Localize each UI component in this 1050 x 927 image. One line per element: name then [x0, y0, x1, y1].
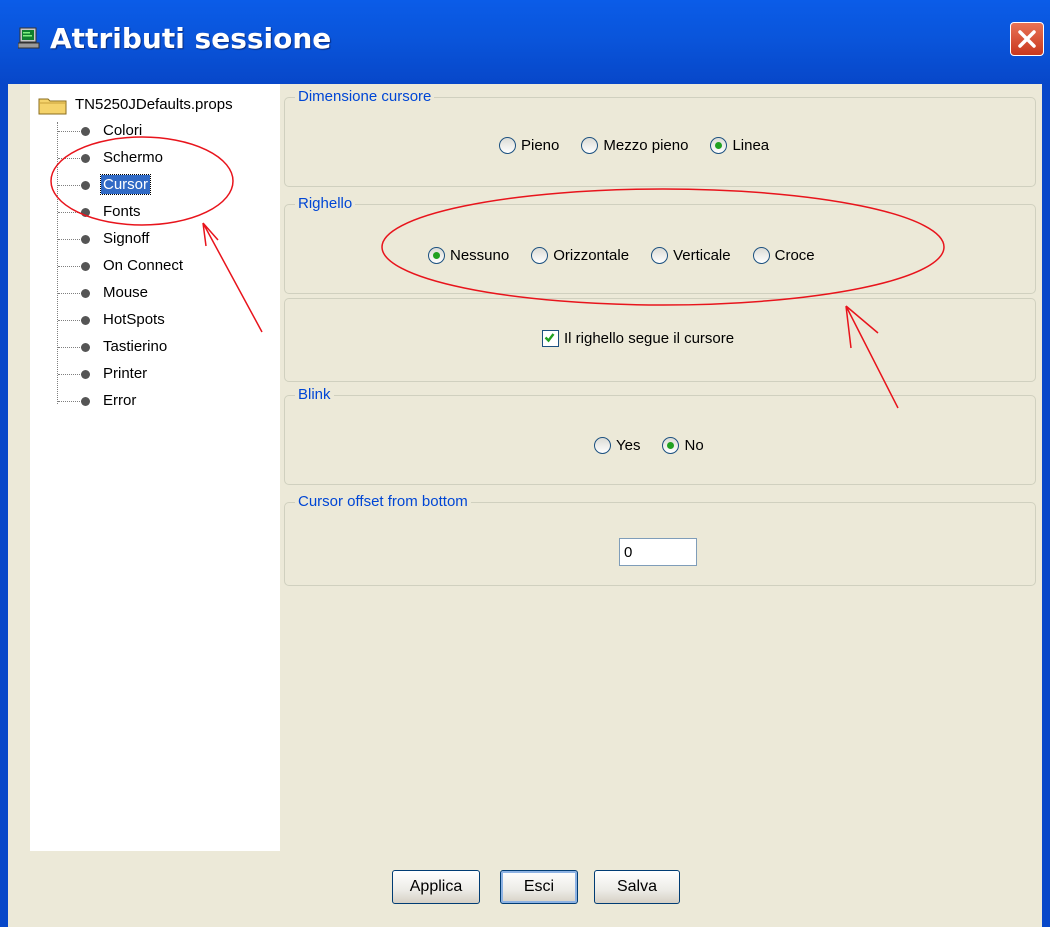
radio-label: No — [684, 437, 704, 454]
tree-item-hotspots[interactable]: HotSpots — [58, 309, 278, 331]
ruler-group: Righello Nessuno Orizzontale Verticale C… — [284, 195, 1036, 294]
radio-circle — [581, 137, 599, 154]
ruler-follow-row: Il righello segue il cursore — [542, 330, 734, 347]
radio-circle — [428, 247, 445, 264]
radio-pieno[interactable]: Pieno — [499, 137, 559, 154]
tree-item-mouse[interactable]: Mouse — [58, 282, 278, 304]
tree-item-label: Colori — [103, 122, 143, 139]
tree-item-printer[interactable]: Printer — [58, 363, 278, 385]
radio-no[interactable]: No — [662, 437, 704, 454]
tree-item-cursor[interactable]: Cursor — [58, 174, 278, 196]
leaf-icon — [81, 370, 90, 379]
tree-item-label: On Connect — [103, 257, 184, 274]
leaf-icon — [81, 154, 90, 163]
leaf-icon — [81, 397, 90, 406]
leaf-icon — [81, 289, 90, 298]
window-frame-right — [1042, 84, 1050, 927]
radio-circle — [531, 247, 549, 264]
tree-item-schermo[interactable]: Schermo — [58, 147, 278, 169]
offset-title: Cursor offset from bottom — [295, 493, 471, 510]
radio-label: Yes — [616, 437, 641, 454]
ruler-follow-checkbox[interactable]: Il righello segue il cursore — [542, 330, 734, 347]
tree-item-label: Printer — [103, 365, 148, 382]
ruler-follow-label: Il righello segue il cursore — [564, 330, 735, 347]
tree-item-error[interactable]: Error — [58, 390, 278, 412]
radio-croce[interactable]: Croce — [752, 247, 815, 264]
tree-item-label: Fonts — [103, 203, 141, 220]
radio-linea[interactable]: Linea — [710, 137, 769, 154]
tree-item-signoff[interactable]: Signoff — [58, 228, 278, 250]
ruler-options: Nessuno Orizzontale Verticale Croce — [428, 247, 837, 264]
radio-circle — [752, 247, 770, 264]
radio-orizzontale[interactable]: Orizzontale — [531, 247, 629, 264]
leaf-icon — [81, 127, 90, 136]
settings-tree[interactable]: TN5250JDefaults.props Colori Schermo Cur… — [30, 84, 280, 851]
radio-circle — [651, 247, 669, 264]
exit-button[interactable]: Esci — [500, 870, 578, 904]
checkbox-box — [542, 330, 559, 347]
radio-yes[interactable]: Yes — [594, 437, 640, 454]
radio-verticale[interactable]: Verticale — [651, 247, 731, 264]
close-icon — [1018, 30, 1036, 48]
leaf-icon — [81, 235, 90, 244]
leaf-icon — [81, 316, 90, 325]
check-icon — [544, 333, 555, 343]
radio-mezzo-pieno[interactable]: Mezzo pieno — [581, 137, 688, 154]
save-button[interactable]: Salva — [594, 870, 680, 904]
tree-root-label: TN5250JDefaults.props — [75, 96, 233, 113]
ruler-title: Righello — [295, 195, 356, 212]
offset-group: Cursor offset from bottom — [284, 493, 1036, 586]
ruler-follow-group: Il righello segue il cursore — [284, 298, 1036, 382]
folder-icon — [38, 98, 67, 115]
cursor-size-group: Dimensione cursore Pieno Mezzo pieno Lin… — [284, 88, 1036, 187]
close-button[interactable] — [1010, 22, 1044, 56]
radio-circle — [499, 137, 516, 154]
tree-item-on-connect[interactable]: On Connect — [58, 255, 278, 277]
tree-item-label: Schermo — [103, 149, 164, 166]
radio-label: Linea — [732, 137, 770, 154]
leaf-icon — [81, 181, 90, 190]
radio-label: Croce — [774, 247, 815, 264]
radio-nessuno[interactable]: Nessuno — [428, 247, 509, 264]
tree-item-fonts[interactable]: Fonts — [58, 201, 278, 223]
radio-label: Mezzo pieno — [603, 137, 689, 154]
tree-item-tastierino[interactable]: Tastierino — [58, 336, 278, 358]
tree-item-label: Cursor — [99, 174, 152, 195]
blink-options: Yes No — [594, 437, 726, 454]
window-title: Attributi sessione — [50, 22, 332, 55]
tree-item-label: Signoff — [103, 230, 150, 247]
tree-item-label: HotSpots — [103, 311, 165, 328]
leaf-icon — [81, 208, 90, 217]
radio-label: Verticale — [673, 247, 731, 264]
radio-label: Orizzontale — [553, 247, 630, 264]
radio-label: Nessuno — [450, 247, 510, 264]
tree-item-label: Mouse — [103, 284, 149, 301]
apply-button[interactable]: Applica — [392, 870, 480, 904]
radio-label: Pieno — [521, 137, 560, 154]
window-frame-left — [0, 84, 8, 927]
blink-title: Blink — [295, 386, 334, 403]
blink-group: Blink Yes No — [284, 386, 1036, 485]
tree-item-label: Tastierino — [103, 338, 168, 355]
radio-circle — [662, 437, 680, 454]
terminal-icon — [18, 27, 40, 49]
leaf-icon — [81, 343, 90, 352]
tree-item-label: Error — [103, 392, 137, 409]
radio-circle — [594, 437, 611, 454]
cursor-size-options: Pieno Mezzo pieno Linea — [499, 137, 791, 154]
radio-circle — [710, 137, 728, 154]
offset-input[interactable] — [619, 538, 697, 566]
title-bar: Attributi sessione — [0, 0, 1050, 84]
tree-item-colori[interactable]: Colori — [58, 120, 278, 142]
leaf-icon — [81, 262, 90, 271]
cursor-size-title: Dimensione cursore — [295, 88, 435, 105]
